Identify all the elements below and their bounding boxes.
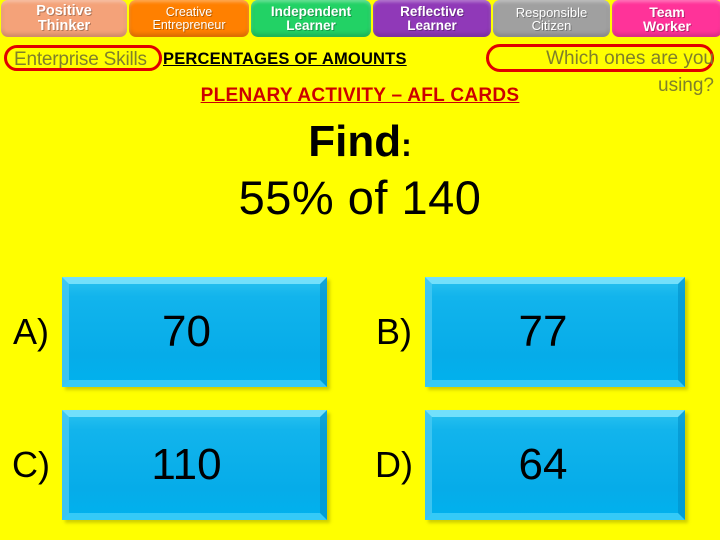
skill-tab-positive-thinker[interactable]: Positive Thinker xyxy=(1,0,127,37)
skill-tab-responsible-citizen[interactable]: Responsible Citizen xyxy=(493,0,610,37)
answer-box-b[interactable]: 77 xyxy=(425,277,685,387)
answer-letter-c: C) xyxy=(12,444,50,485)
skill-tab-line2: Thinker xyxy=(37,17,91,34)
enterprise-skills-label: Enterprise Skills xyxy=(14,49,147,70)
skill-tab-line1: Team xyxy=(649,3,685,20)
skill-tab-line1: Reflective xyxy=(400,4,464,19)
skill-tab-line2: Learner xyxy=(286,17,336,33)
answer-letter-b: B) xyxy=(376,311,412,352)
answer-value-b: 77 xyxy=(518,307,568,356)
answer-value-d: 64 xyxy=(518,440,568,489)
skill-tab-line1: Creative xyxy=(165,5,213,19)
skill-tab-team-worker[interactable]: Team Worker xyxy=(612,0,720,37)
skill-tab-line2: Entrepreneur xyxy=(152,17,226,32)
answer-option-b[interactable]: B) 77 xyxy=(363,277,685,387)
answer-letter-a: A) xyxy=(13,311,49,352)
find-word: Find xyxy=(308,117,402,166)
answer-box-a[interactable]: 70 xyxy=(62,277,327,387)
answer-option-a[interactable]: A) 70 xyxy=(0,277,327,387)
answer-value-c: 110 xyxy=(151,440,222,489)
enterprise-skills-callout: Enterprise Skills xyxy=(4,45,162,71)
find-instruction: Find: xyxy=(0,117,720,167)
answer-box-d[interactable]: 64 xyxy=(425,410,685,520)
answer-box-c[interactable]: 110 xyxy=(62,410,327,520)
skill-tabs-bar: Positive Thinker Creative Entrepreneur I… xyxy=(0,0,720,37)
answer-option-c[interactable]: C) 110 xyxy=(0,410,327,520)
skill-tab-line2: Learner xyxy=(407,17,457,33)
skill-tab-creative-entrepreneur[interactable]: Creative Entrepreneur xyxy=(129,0,249,37)
question-expression: 55% of 140 xyxy=(238,171,482,224)
skill-tab-line1: Responsible xyxy=(515,4,588,20)
answer-letter-d: D) xyxy=(375,444,413,485)
skill-tab-line1: Positive xyxy=(36,3,92,19)
answer-option-d[interactable]: D) 64 xyxy=(363,410,685,520)
plenary-subtitle: PLENARY ACTIVITY – AFL CARDS xyxy=(200,85,520,106)
skill-tab-reflective-learner[interactable]: Reflective Learner xyxy=(373,0,491,37)
skill-tab-line2: Citizen xyxy=(531,17,572,33)
page-title: PERCENTAGES OF AMOUNTS xyxy=(163,50,407,68)
answer-value-a: 70 xyxy=(162,307,211,356)
skill-tab-line2: Worker xyxy=(643,17,691,34)
skill-tab-line1: Independent xyxy=(270,4,352,19)
skill-tab-independent-learner[interactable]: Independent Learner xyxy=(251,0,371,37)
find-colon: : xyxy=(401,127,412,163)
